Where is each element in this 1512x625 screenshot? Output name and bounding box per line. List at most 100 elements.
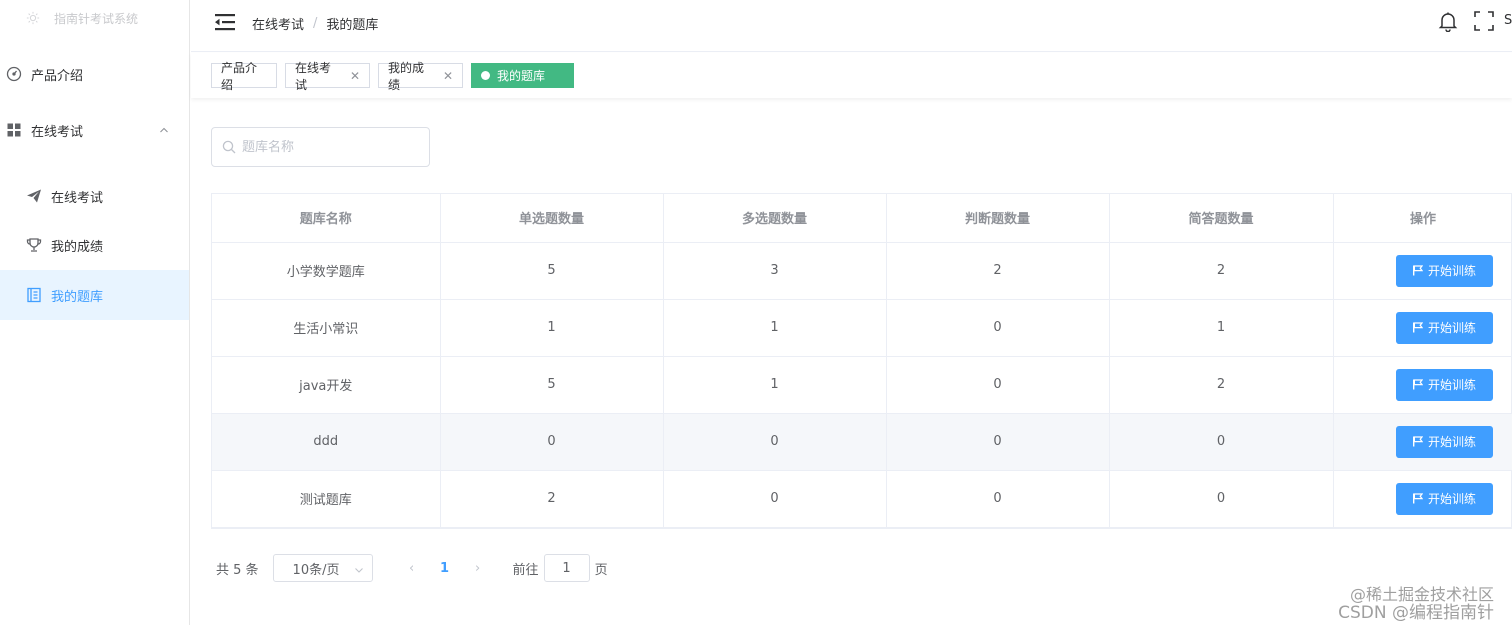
cell-name: java开发: [212, 356, 441, 414]
close-icon[interactable]: ✕: [350, 69, 360, 83]
breadcrumb: 在线考试 / 我的题库: [252, 14, 379, 33]
cell-name: ddd: [212, 413, 441, 471]
search-box[interactable]: [211, 127, 430, 167]
button-label: 开始训练: [1427, 435, 1476, 449]
button-label: 开始训练: [1427, 264, 1476, 278]
tag-label: 我的题库: [497, 69, 546, 83]
flag-icon: [1412, 379, 1423, 390]
table-row: 小学数学题库 5 3 2 2 开始训练: [212, 242, 1512, 300]
submenu-item-my-question-bank[interactable]: 我的题库: [0, 270, 189, 320]
app-logo[interactable]: 指南针考试系统: [0, 0, 189, 36]
cell-judge: 0: [886, 356, 1110, 414]
tag-online-exam[interactable]: 在线考试 ✕: [285, 61, 370, 92]
collapse-menu-icon[interactable]: [215, 13, 235, 31]
table-row: 测试题库 2 0 0 0 开始训练: [212, 470, 1512, 528]
speedometer-icon: [6, 66, 22, 82]
search-input[interactable]: [242, 139, 412, 155]
cell-multi: 1: [663, 356, 887, 414]
watermark: @稀土掘金技术社区 CSDN @编程指南针: [1338, 585, 1494, 623]
submenu-item-label: 我的题库: [51, 289, 104, 305]
start-training-button[interactable]: 开始训练: [1395, 368, 1493, 401]
sidebar: 指南针考试系统 产品介绍 在线考试 在线考试 我的成绩 我的题库: [0, 0, 190, 625]
tag-my-question-bank-active[interactable]: 我的题库: [471, 63, 574, 88]
button-label: 开始训练: [1427, 321, 1476, 335]
cell-short: 0: [1109, 413, 1334, 471]
cell-judge: 0: [886, 413, 1110, 471]
sun-logo-icon: [26, 11, 40, 25]
watermark-line: @稀土掘金技术社区: [1349, 585, 1494, 604]
cell-multi: 3: [663, 242, 887, 300]
chevron-up-icon: [159, 124, 169, 134]
column-header: 题库名称: [212, 194, 441, 243]
cell-judge: 2: [886, 242, 1110, 300]
tag-product-intro[interactable]: 产品介绍: [211, 61, 277, 92]
cell-multi: 1: [663, 299, 887, 357]
app-title: 指南针考试系统: [54, 11, 139, 26]
sidebar-item-product-intro[interactable]: 产品介绍: [0, 56, 189, 92]
table-row: ddd 0 0 0 0 开始训练: [212, 413, 1512, 471]
user-menu[interactable]: S: [1504, 13, 1512, 28]
cell-multi: 0: [663, 413, 887, 471]
table-header-row: 题库名称 单选题数量 多选题数量 判断题数量 简答题数量 操作: [212, 194, 1512, 243]
breadcrumb-item-current: 我的题库: [326, 18, 379, 33]
cell-multi: 0: [663, 470, 887, 528]
flag-icon: [1412, 322, 1423, 333]
column-header: 简答题数量: [1109, 194, 1334, 243]
prev-page-icon[interactable]: ‹: [397, 561, 427, 576]
submenu-item-online-exam[interactable]: 在线考试: [0, 171, 189, 221]
column-header: 操作: [1333, 194, 1512, 243]
grid-icon: [6, 122, 22, 138]
cell-judge: 0: [886, 470, 1110, 528]
button-label: 开始训练: [1427, 492, 1476, 506]
submenu-item-label: 我的成绩: [51, 239, 104, 255]
cell-short: 2: [1109, 356, 1334, 414]
sidebar-item-label: 在线考试: [31, 124, 84, 140]
sidebar-item-online-exam[interactable]: 在线考试: [0, 112, 189, 148]
bell-icon[interactable]: [1437, 10, 1459, 33]
column-header: 单选题数量: [440, 194, 664, 243]
column-header: 判断题数量: [886, 194, 1110, 243]
page-number-current[interactable]: 1: [427, 561, 463, 576]
flag-icon: [1412, 436, 1423, 447]
close-icon[interactable]: ✕: [443, 69, 453, 83]
flag-icon: [1412, 493, 1423, 504]
pagination-total: 共 5 条: [216, 562, 259, 578]
next-page-icon[interactable]: ›: [463, 561, 493, 576]
tag-label: 我的成绩: [388, 60, 425, 92]
page-size-select[interactable]: 10条/页: [272, 554, 373, 582]
table-row: java开发 5 1 0 2 开始训练: [212, 356, 1512, 414]
tag-label: 在线考试: [295, 60, 332, 92]
pagination: 共 5 条 10条/页 ‹ 1 › 前往 页: [216, 554, 608, 582]
active-dot-icon: [481, 71, 490, 80]
submenu-item-label: 在线考试: [51, 190, 104, 206]
column-header: 多选题数量: [663, 194, 887, 243]
cell-name: 小学数学题库: [212, 242, 441, 300]
cell-name: 生活小常识: [212, 299, 441, 357]
start-training-button[interactable]: 开始训练: [1395, 425, 1493, 458]
cell-name: 测试题库: [212, 470, 441, 528]
tag-my-scores[interactable]: 我的成绩 ✕: [378, 61, 463, 92]
cell-single: 0: [440, 413, 664, 471]
fullscreen-icon[interactable]: [1473, 10, 1495, 32]
cell-short: 2: [1109, 242, 1334, 300]
chevron-down-icon: [354, 564, 364, 574]
cell-single: 2: [440, 470, 664, 528]
submenu-item-my-scores[interactable]: 我的成绩: [0, 220, 189, 270]
top-header: 在线考试 / 我的题库 S: [191, 0, 1512, 52]
start-training-button[interactable]: 开始训练: [1395, 254, 1493, 287]
breadcrumb-item[interactable]: 在线考试: [252, 14, 304, 33]
start-training-button[interactable]: 开始训练: [1395, 311, 1493, 344]
cell-short: 0: [1109, 470, 1334, 528]
cell-single: 1: [440, 299, 664, 357]
start-training-button[interactable]: 开始训练: [1395, 482, 1493, 515]
cell-short: 1: [1109, 299, 1334, 357]
send-icon: [26, 188, 42, 204]
button-label: 开始训练: [1427, 378, 1476, 392]
goto-page-input[interactable]: [543, 554, 590, 582]
page-suffix: 页: [594, 562, 608, 578]
cell-single: 5: [440, 242, 664, 300]
table-row: 生活小常识 1 1 0 1 开始训练: [212, 299, 1512, 357]
sidebar-item-label: 产品介绍: [31, 68, 84, 84]
tag-label: 产品介绍: [221, 60, 258, 92]
cell-single: 5: [440, 356, 664, 414]
